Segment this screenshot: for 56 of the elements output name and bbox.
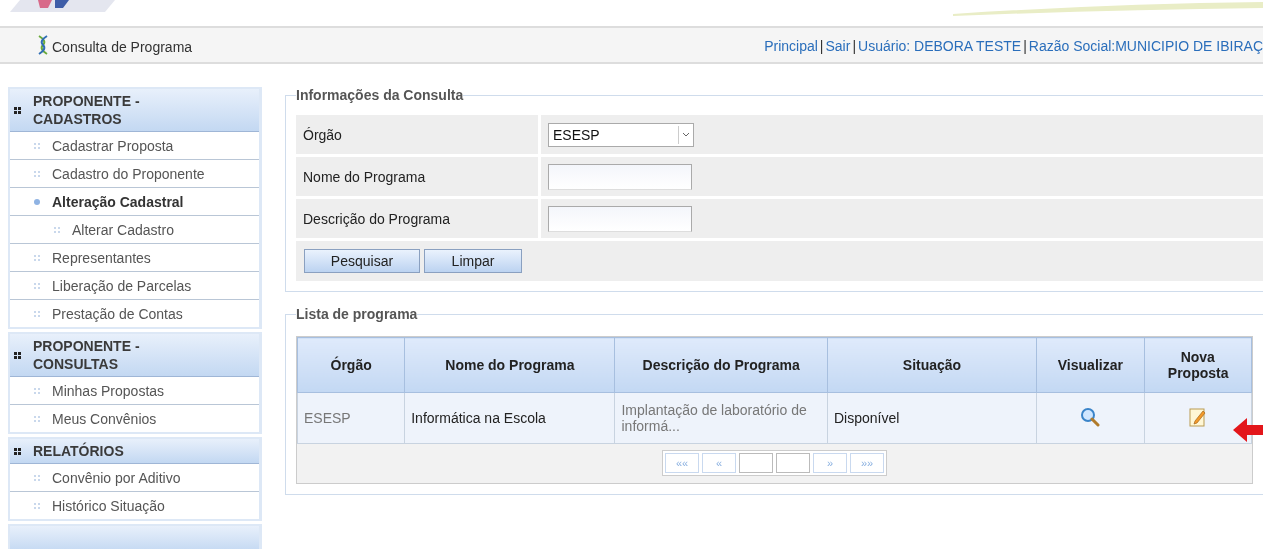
grip-bullet-icon xyxy=(34,387,40,394)
input-field[interactable] xyxy=(548,205,692,232)
grip-bullet-icon xyxy=(34,502,40,509)
page-title: Consulta de Programa xyxy=(52,39,193,55)
section-title: PROPONENTE - CONSULTAS xyxy=(33,337,141,373)
grip-bullet-icon xyxy=(34,415,40,422)
pager-button[interactable] xyxy=(776,453,810,473)
header-link[interactable]: Usuário: DEBORA TESTE xyxy=(858,38,1022,54)
sidebar-section-header[interactable]: RELATÓRIOS xyxy=(10,439,259,464)
section-title: RELATÓRIOS xyxy=(33,442,124,460)
pager-button[interactable] xyxy=(739,453,773,473)
edit-note-icon[interactable] xyxy=(1188,406,1207,427)
clear-button[interactable]: Limpar xyxy=(424,249,522,273)
table-cell: Informática na Escola xyxy=(404,392,615,444)
header-link[interactable]: Principal xyxy=(764,38,818,54)
dot-bullet-icon xyxy=(34,198,40,205)
grip-bullet-icon xyxy=(54,226,60,233)
grip-bullet-icon xyxy=(34,310,40,317)
dna-icon xyxy=(36,35,50,55)
input-field[interactable] xyxy=(548,163,692,190)
grip-bullet-icon xyxy=(34,170,40,177)
separator-text: | xyxy=(818,38,825,54)
header-link[interactable]: Razão Social:MUNICIPIO DE IBIRAÇ xyxy=(1028,38,1263,54)
table-cell: Disponível xyxy=(827,392,1037,444)
column-header: Situação xyxy=(827,337,1037,393)
field-label: Nome do Programa xyxy=(303,168,426,185)
grip-bullet-icon xyxy=(34,474,40,481)
grip-icon xyxy=(14,447,21,455)
field-label: Descrição do Programa xyxy=(303,210,451,227)
fieldset-legend: Lista de programa xyxy=(296,306,418,322)
separator-text: | xyxy=(851,38,858,54)
grip-icon xyxy=(14,351,21,359)
column-header: Nome do Programa xyxy=(404,337,615,393)
column-header: Descrição do Programa xyxy=(615,337,828,393)
column-header: Órgão xyxy=(297,337,405,393)
table-cell: Implantação de laboratório de informá... xyxy=(615,392,828,444)
grip-bullet-icon xyxy=(34,282,40,289)
field-label: Órgão xyxy=(303,126,342,143)
sidebar-section-header[interactable]: PROPONENTE - CADASTROS xyxy=(10,89,259,132)
grip-bullet-icon xyxy=(34,142,40,149)
sidebar-section-header[interactable]: PROPONENTE - CONSULTAS xyxy=(10,334,259,377)
grip-icon xyxy=(14,106,21,114)
select-field[interactable]: ESESP xyxy=(548,122,694,147)
caret-icon xyxy=(682,132,690,137)
pointer-arrow-icon xyxy=(1233,418,1263,442)
table-cell: ESESP xyxy=(297,392,405,444)
section-title: PROPONENTE - CADASTROS xyxy=(33,92,141,128)
separator-text: | xyxy=(1022,38,1028,54)
grip-bullet-icon xyxy=(34,254,40,261)
fieldset-legend: Informações da Consulta xyxy=(296,87,464,103)
sidebar-section-header[interactable] xyxy=(10,526,259,549)
column-header: Visualizar xyxy=(1036,337,1145,393)
search-icon[interactable] xyxy=(1080,406,1101,427)
column-header: Nova Proposta xyxy=(1144,337,1252,393)
header-link[interactable]: Sair xyxy=(825,38,851,54)
search-button[interactable]: Pesquisar xyxy=(304,249,420,273)
